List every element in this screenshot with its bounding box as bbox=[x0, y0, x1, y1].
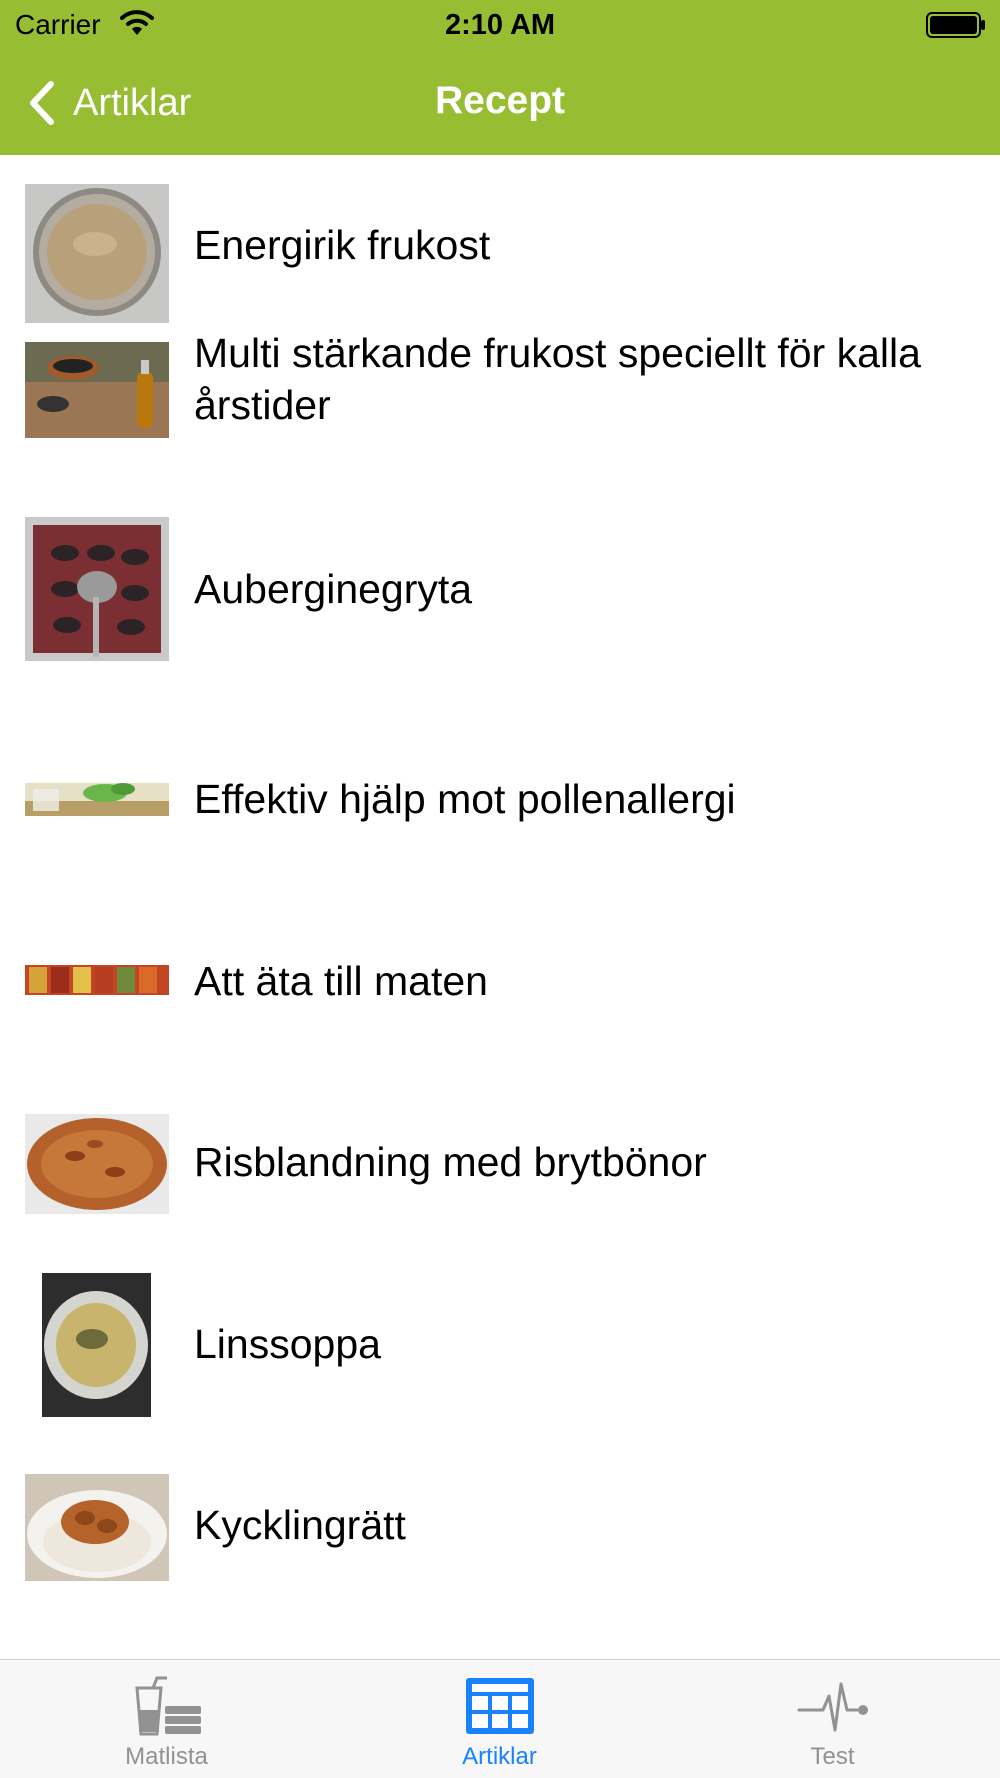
recipe-title: Risblandning med brytbönor bbox=[194, 1139, 707, 1185]
tab-label: Matlista bbox=[125, 1743, 208, 1770]
recipe-row[interactable]: Multi stärkande frukost speciellt för ka… bbox=[0, 317, 1000, 497]
recipe-thumbnail bbox=[25, 184, 169, 323]
tab-label: Artiklar bbox=[462, 1743, 537, 1770]
recipe-title: Effektiv hjälp mot pollenallergi bbox=[194, 776, 736, 822]
recipe-row[interactable]: Att äta till maten bbox=[0, 889, 1000, 1069]
recipe-list[interactable]: Energirik frukost Multi stärkande frukos… bbox=[0, 155, 1000, 1659]
recipe-thumbnail bbox=[42, 1273, 151, 1417]
recipe-row[interactable]: Auberginegryta bbox=[0, 517, 1000, 697]
recipe-thumbnail bbox=[25, 965, 169, 995]
tab-bar: Matlista Artiklar Test bbox=[0, 1659, 1000, 1778]
recipe-row[interactable]: Effektiv hjälp mot pollenallergi bbox=[0, 707, 1000, 887]
navigation-bar: Artiklar Recept bbox=[0, 50, 1000, 155]
recipe-thumbnail bbox=[25, 1474, 169, 1581]
recipe-thumbnail bbox=[25, 342, 169, 438]
header: Carrier 2:10 AM Artiklar Recept bbox=[0, 0, 1000, 155]
recipe-title: Att äta till maten bbox=[194, 958, 488, 1004]
page-title: Recept bbox=[434, 79, 566, 122]
recipe-title: Linssoppa bbox=[194, 1321, 381, 1367]
recipe-row[interactable]: Kycklingrätt bbox=[0, 1433, 1000, 1613]
tab-label: Test bbox=[810, 1743, 855, 1770]
newspaper-icon bbox=[465, 1678, 534, 1734]
recipe-thumbnail bbox=[25, 517, 169, 661]
recipe-title: Multi stärkande frukost speciellt för ka… bbox=[194, 330, 921, 428]
recipe-row[interactable]: Linssoppa bbox=[0, 1252, 1000, 1432]
recipe-row[interactable]: Risblandning med brytbönor bbox=[0, 1070, 1000, 1250]
status-time: 2:10 AM bbox=[444, 9, 556, 41]
tab-matlista[interactable]: Matlista bbox=[0, 1660, 333, 1778]
tab-artiklar[interactable]: Artiklar bbox=[333, 1660, 666, 1778]
heartbeat-icon bbox=[797, 1682, 868, 1732]
recipe-thumbnail bbox=[25, 1114, 169, 1214]
battery-icon bbox=[926, 12, 985, 38]
recipe-thumbnail bbox=[25, 783, 169, 816]
status-bar: Carrier 2:10 AM bbox=[0, 0, 1000, 50]
drink-and-food-icon bbox=[134, 1676, 201, 1736]
recipe-title: Auberginegryta bbox=[194, 566, 473, 612]
recipe-title: Kycklingrätt bbox=[194, 1502, 406, 1548]
tab-test[interactable]: Test bbox=[666, 1660, 999, 1778]
